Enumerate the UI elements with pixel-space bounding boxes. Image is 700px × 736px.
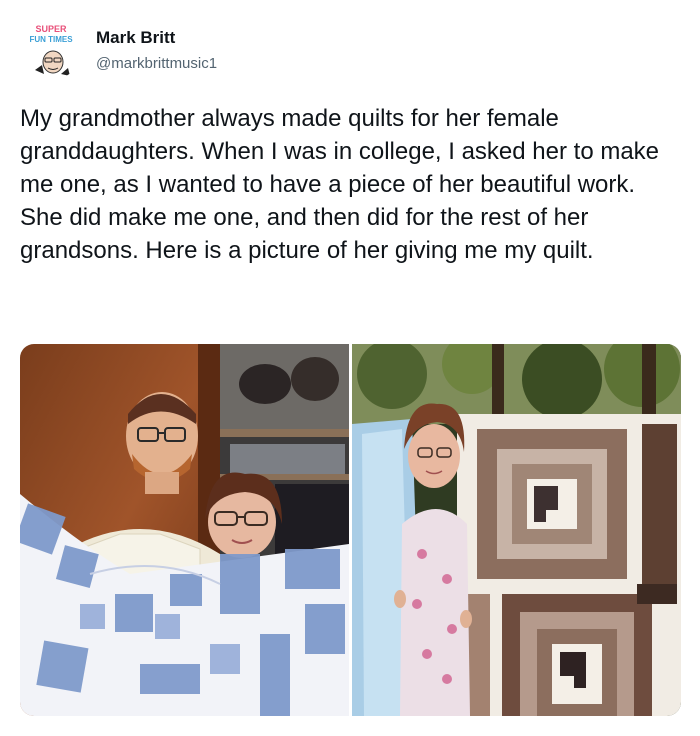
tweet-text: My grandmother always made quilts for he… — [20, 105, 660, 264]
avatar[interactable]: SUPER FUN TIMES — [20, 18, 82, 80]
photo-icon — [20, 344, 349, 716]
avatar-badge-line-1: SUPER — [35, 24, 67, 34]
author-identity: Mark Britt @markbrittmusic1 — [96, 27, 217, 74]
author-display-name[interactable]: Mark Britt — [96, 27, 217, 49]
avatar-badge-line-2: FUN TIMES — [29, 35, 73, 44]
tweet-header: SUPER FUN TIMES Mark Britt @markbrittmus… — [20, 18, 217, 82]
tweet-media — [20, 344, 681, 716]
photo-grandmother-with-quilt[interactable] — [352, 344, 681, 716]
photo-grandson-and-grandmother[interactable] — [20, 344, 349, 716]
tweet-card[interactable]: SUPER FUN TIMES Mark Britt @markbrittmus… — [0, 0, 700, 736]
photo-icon — [352, 344, 681, 716]
cartoon-avatar-icon: SUPER FUN TIMES — [20, 18, 82, 80]
author-handle[interactable]: @markbrittmusic1 — [96, 54, 217, 74]
